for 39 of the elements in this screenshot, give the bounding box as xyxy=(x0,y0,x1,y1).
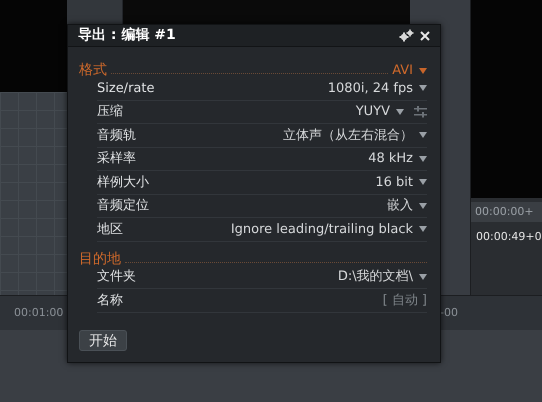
close-icon[interactable] xyxy=(420,30,430,40)
dropdown[interactable]: Ignore leading/trailing black xyxy=(230,220,427,239)
time-label: -00 xyxy=(440,304,458,321)
section-title: 目的地 xyxy=(79,252,121,266)
timecode-field: 00:00:00+ xyxy=(471,202,542,222)
field-label: 样例大小 xyxy=(97,174,149,192)
caret-icon xyxy=(419,274,427,280)
field-value: [ 自动 ] xyxy=(382,292,427,310)
dropdown[interactable]: 1080i, 24 fps xyxy=(328,78,427,98)
field-label: 地区 xyxy=(97,220,123,238)
section-title: 格式 xyxy=(79,63,107,77)
caret-icon xyxy=(419,156,427,162)
caret-icon xyxy=(419,226,427,232)
dropdown[interactable]: YUYV xyxy=(356,102,404,122)
field-label: 文件夹 xyxy=(97,268,136,286)
dropdown[interactable]: 48 kHz xyxy=(368,149,427,168)
dropdown[interactable]: 嵌入 xyxy=(387,196,427,216)
sliders-icon[interactable] xyxy=(414,106,427,118)
dropdown[interactable]: 立体声（从左右混合） xyxy=(283,126,427,145)
time-label: 00:01:00 xyxy=(14,304,64,321)
gears-icon[interactable] xyxy=(399,29,414,42)
caret-icon xyxy=(419,202,427,209)
caret-icon xyxy=(419,132,427,138)
field-label: 采样率 xyxy=(97,150,136,168)
field-label: 名称 xyxy=(97,292,123,310)
dropdown[interactable]: D:\我的文档\ xyxy=(338,267,427,286)
dropdown[interactable]: AVI xyxy=(392,64,427,77)
dropdown[interactable]: 16 bit xyxy=(375,172,427,192)
caret-icon xyxy=(396,108,404,115)
field-label: 音频定位 xyxy=(97,197,149,215)
start-button[interactable]: 开始 xyxy=(79,330,127,351)
field-label: 音频轨 xyxy=(97,126,136,144)
caret-icon xyxy=(419,85,427,92)
field-label: 压缩 xyxy=(97,103,123,121)
window-title: 导出 : 编辑 #1 xyxy=(78,26,176,45)
caret-icon xyxy=(419,179,427,186)
field-label: Size/rate xyxy=(97,80,154,98)
caret-icon xyxy=(419,68,427,74)
timecode: 00:00:49+0 xyxy=(475,229,542,245)
